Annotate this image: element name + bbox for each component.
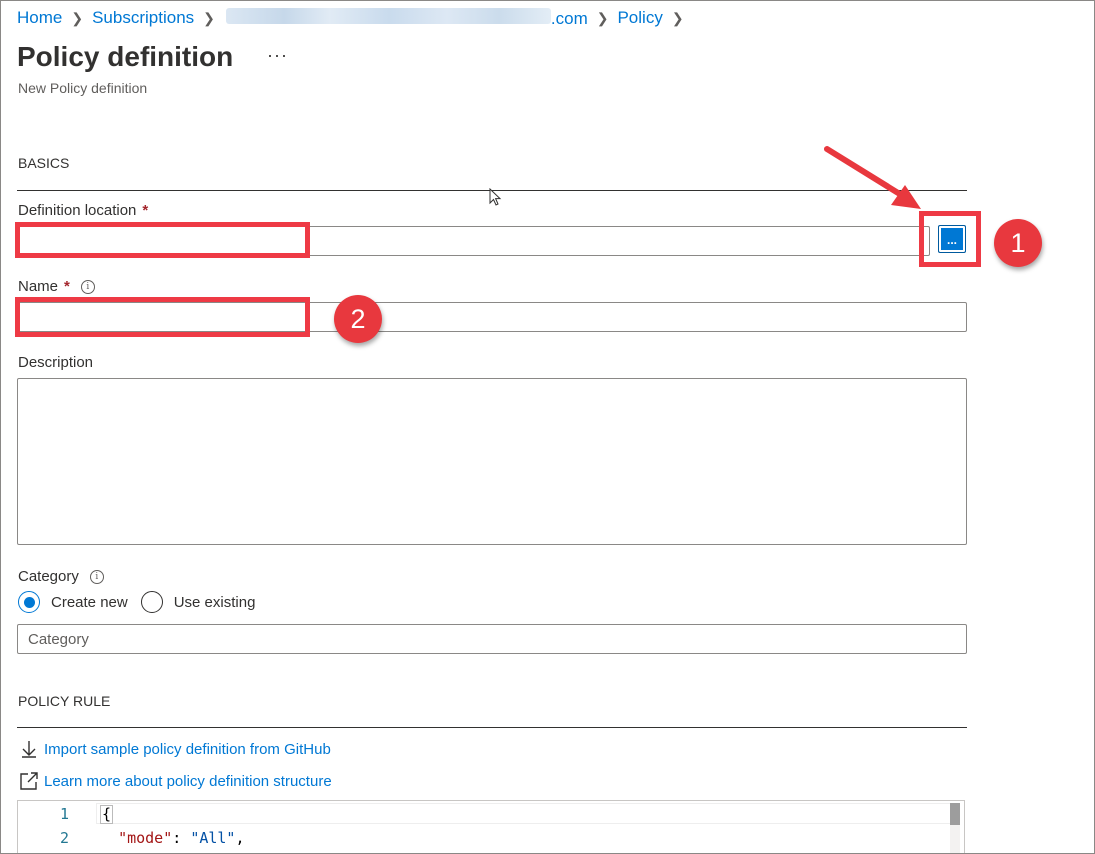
radio-use-existing[interactable]: Use existing: [140, 591, 256, 613]
radio-create-new[interactable]: Create new: [18, 591, 128, 613]
info-icon[interactable]: i: [80, 279, 95, 294]
breadcrumb-subscription-account[interactable]: .com: [224, 7, 588, 29]
definition-location-label: Definition location *: [18, 202, 148, 219]
name-input[interactable]: [18, 303, 966, 331]
category-field[interactable]: [17, 624, 967, 654]
download-arrow-icon: [18, 738, 40, 760]
import-sample-policy-link[interactable]: Import sample policy definition from Git…: [44, 741, 331, 758]
radio-unselected-icon[interactable]: [140, 591, 163, 613]
radio-use-existing-label: Use existing: [173, 593, 256, 611]
page-subtitle: New Policy definition: [18, 80, 148, 96]
policy-rule-divider: [17, 727, 967, 728]
breadcrumb: Home ❯ Subscriptions ❯ .com ❯ Policy ❯: [17, 7, 693, 29]
breadcrumb-home[interactable]: Home: [17, 8, 62, 28]
definition-location-input[interactable]: [18, 227, 929, 255]
required-marker: *: [142, 202, 149, 219]
editor-gutter: 1 2: [18, 801, 96, 853]
chevron-right-icon: ❯: [596, 9, 609, 26]
policy-definition-page: Home ❯ Subscriptions ❯ .com ❯ Policy ❯ P…: [0, 0, 1095, 854]
step-badge-2: 2: [334, 295, 382, 343]
name-label: Name * i: [18, 278, 95, 295]
browse-definition-location-button[interactable]: ...: [938, 225, 966, 253]
category-input[interactable]: [18, 625, 966, 653]
chevron-right-icon: ❯: [71, 9, 84, 26]
name-label-text: Name: [18, 278, 59, 295]
current-line-highlight: [96, 803, 951, 824]
json-value: "All": [190, 829, 236, 847]
line-number: 2: [59, 829, 69, 847]
breadcrumb-subscriptions[interactable]: Subscriptions: [92, 8, 194, 28]
description-textarea[interactable]: [18, 379, 966, 544]
name-field[interactable]: [17, 302, 967, 332]
editor-line-1: {: [100, 805, 114, 824]
info-icon[interactable]: i: [89, 569, 104, 584]
import-sample-row: Import sample policy definition from Git…: [18, 738, 331, 760]
category-label: Category i: [18, 568, 104, 585]
chevron-right-icon: ❯: [203, 9, 215, 26]
step-badge-1: 1: [994, 219, 1042, 267]
breadcrumb-account-suffix: .com: [550, 8, 588, 28]
line-number: 1: [59, 805, 69, 823]
definition-location-field[interactable]: [17, 226, 930, 256]
definition-location-label-text: Definition location: [18, 202, 137, 219]
category-label-text: Category: [18, 568, 79, 585]
json-comma: ,: [235, 829, 245, 847]
editor-scrollbar[interactable]: [950, 803, 960, 853]
category-radio-group: Create new Use existing: [18, 591, 268, 613]
chevron-right-icon: ❯: [671, 9, 684, 26]
description-label: Description: [18, 354, 94, 371]
radio-create-new-label: Create new: [51, 593, 128, 611]
breadcrumb-policy[interactable]: Policy: [617, 8, 662, 28]
editor-line-2: "mode": "All",: [100, 829, 245, 847]
more-options-button[interactable]: ···: [267, 45, 288, 66]
json-key: "mode": [118, 829, 173, 847]
learn-more-row: Learn more about policy definition struc…: [18, 770, 332, 792]
redacted-account-name: [225, 7, 551, 24]
learn-more-policy-structure-link[interactable]: Learn more about policy definition struc…: [44, 773, 332, 790]
mouse-pointer-icon: [489, 188, 502, 206]
scrollbar-thumb[interactable]: [950, 803, 960, 825]
policy-rule-editor[interactable]: 1 2 { "mode": "All",: [17, 800, 965, 853]
required-marker: *: [64, 278, 70, 295]
external-link-icon: [18, 770, 40, 792]
description-field[interactable]: [17, 378, 967, 545]
radio-selected-icon[interactable]: [18, 591, 40, 613]
basics-section-title: BASICS: [18, 155, 70, 171]
policy-rule-section-title: POLICY RULE: [18, 693, 111, 709]
page-title: Policy definition: [17, 41, 234, 72]
json-colon: :: [172, 829, 191, 847]
red-arrow-icon: [824, 146, 921, 209]
